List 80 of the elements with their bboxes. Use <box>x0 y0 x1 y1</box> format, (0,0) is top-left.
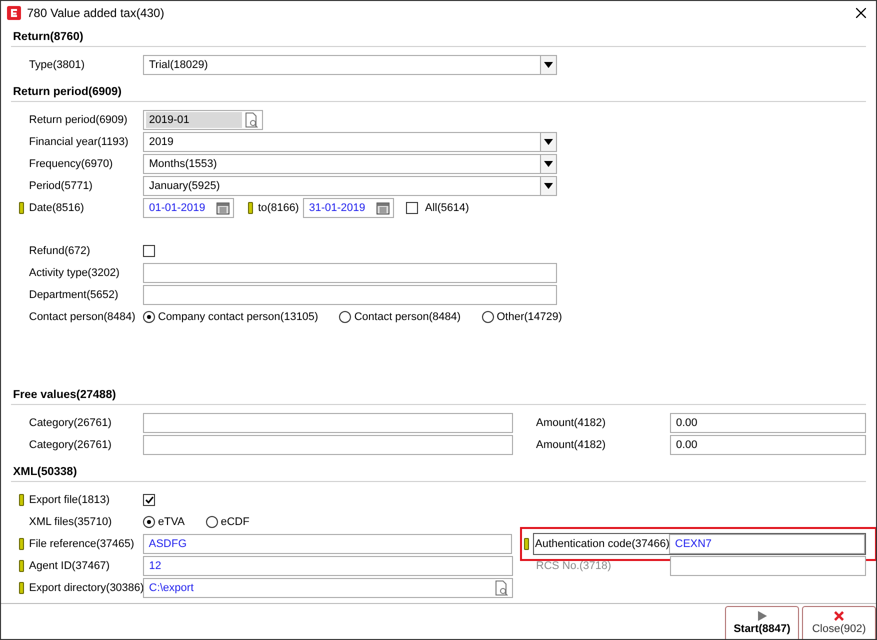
field-label: File reference(37465) <box>28 538 136 550</box>
dropdown-field[interactable]: 2019 <box>143 132 557 152</box>
start-button[interactable]: Start(8847) <box>725 606 799 639</box>
required-marker <box>248 202 253 214</box>
lookup-icon[interactable] <box>495 580 509 596</box>
date-field[interactable]: 01-01-2019 <box>143 198 234 218</box>
radio-button[interactable] <box>143 311 155 323</box>
radio-button[interactable] <box>206 516 218 528</box>
dropdown-caret-icon <box>544 62 553 68</box>
dropdown-field[interactable]: Months(1553) <box>143 154 557 174</box>
section-heading: XML(50338) <box>11 460 866 482</box>
radio-label: eTVA <box>158 516 185 528</box>
checkbox[interactable] <box>406 202 418 214</box>
text-field[interactable] <box>143 435 513 455</box>
checkbox-label: All(5614) <box>424 202 470 214</box>
dropdown-field[interactable]: January(5925) <box>143 176 557 196</box>
check-icon <box>144 496 154 504</box>
field-label: Type(3801) <box>29 59 86 71</box>
app-logo-icon <box>7 6 21 20</box>
field-label: Authentication code(37466) <box>534 538 669 550</box>
close-icon <box>834 611 844 621</box>
checkbox[interactable] <box>143 494 155 506</box>
field-label: Contact person(8484) <box>29 311 136 323</box>
field-label: Refund(672) <box>29 245 92 257</box>
required-marker <box>19 202 24 214</box>
text-field[interactable]: CEXN7 <box>669 534 865 554</box>
section-heading: Return period(6909) <box>11 80 866 102</box>
radio-button[interactable] <box>143 516 155 528</box>
field-label: Category(26761) <box>29 417 113 429</box>
close-icon[interactable] <box>856 8 866 18</box>
required-marker <box>19 538 24 550</box>
radio-button[interactable] <box>482 311 494 323</box>
field-label: Return period(6909) <box>29 114 128 126</box>
field-label: Export file(1813) <box>29 494 111 506</box>
dropdown-field[interactable]: Trial(18029) <box>143 55 557 75</box>
radio-label: Company contact person(13105) <box>158 311 318 323</box>
field-label: Export directory(30386) <box>29 582 143 594</box>
field-label: Amount(4182) <box>535 417 607 429</box>
text-field[interactable] <box>143 263 557 283</box>
radio-label: Contact person(8484) <box>354 311 461 323</box>
radio-button[interactable] <box>339 311 352 323</box>
text-field[interactable]: 12 <box>143 556 513 576</box>
text-field[interactable]: ASDFG <box>142 534 512 554</box>
field-label: Amount(4182) <box>535 439 607 451</box>
date-field[interactable]: 31-01-2019 <box>302 198 394 218</box>
field-label: Financial year(1193) <box>29 136 130 148</box>
calendar-icon[interactable] <box>376 201 390 215</box>
required-marker <box>524 538 529 550</box>
section-heading: Return(8760) <box>11 25 866 47</box>
required-marker <box>19 582 24 594</box>
field-label: Date(8516) <box>29 202 86 214</box>
radio-label: eCDF <box>220 516 250 528</box>
lookup-icon[interactable] <box>245 112 259 128</box>
lookup-field[interactable]: C:\export <box>143 578 513 598</box>
field-label: to(8166) <box>258 202 299 214</box>
field-label: Agent ID(37467) <box>29 560 111 572</box>
text-field[interactable]: 0.00 <box>670 435 866 455</box>
field-label: Frequency(6970) <box>29 158 114 170</box>
field-label: Period(5771) <box>29 180 94 192</box>
field-label: Activity type(3202) <box>29 267 120 279</box>
dropdown-caret-icon <box>544 161 553 167</box>
calendar-icon[interactable] <box>216 201 230 215</box>
play-icon <box>758 611 766 621</box>
field-label: Category(26761) <box>29 439 113 451</box>
text-field[interactable] <box>143 413 513 433</box>
radio-label: Other(14729) <box>496 311 562 323</box>
close-button[interactable]: Close(902) <box>802 606 876 639</box>
checkbox[interactable] <box>143 245 155 257</box>
field-label: XML files(35710) <box>29 516 113 528</box>
text-field[interactable]: 0.00 <box>670 413 866 433</box>
required-marker <box>19 560 24 572</box>
section-heading: Free values(27488) <box>11 383 866 405</box>
dropdown-caret-icon <box>544 139 553 145</box>
dropdown-caret-icon <box>544 183 553 189</box>
required-marker <box>19 494 24 506</box>
lookup-field[interactable]: 2019-01 <box>143 110 263 130</box>
window-title: 780 Value added tax(430) <box>27 6 164 20</box>
field-label: RCS No.(3718) <box>535 560 612 572</box>
field-label: Department(5652) <box>29 289 120 301</box>
text-field[interactable] <box>143 285 557 305</box>
